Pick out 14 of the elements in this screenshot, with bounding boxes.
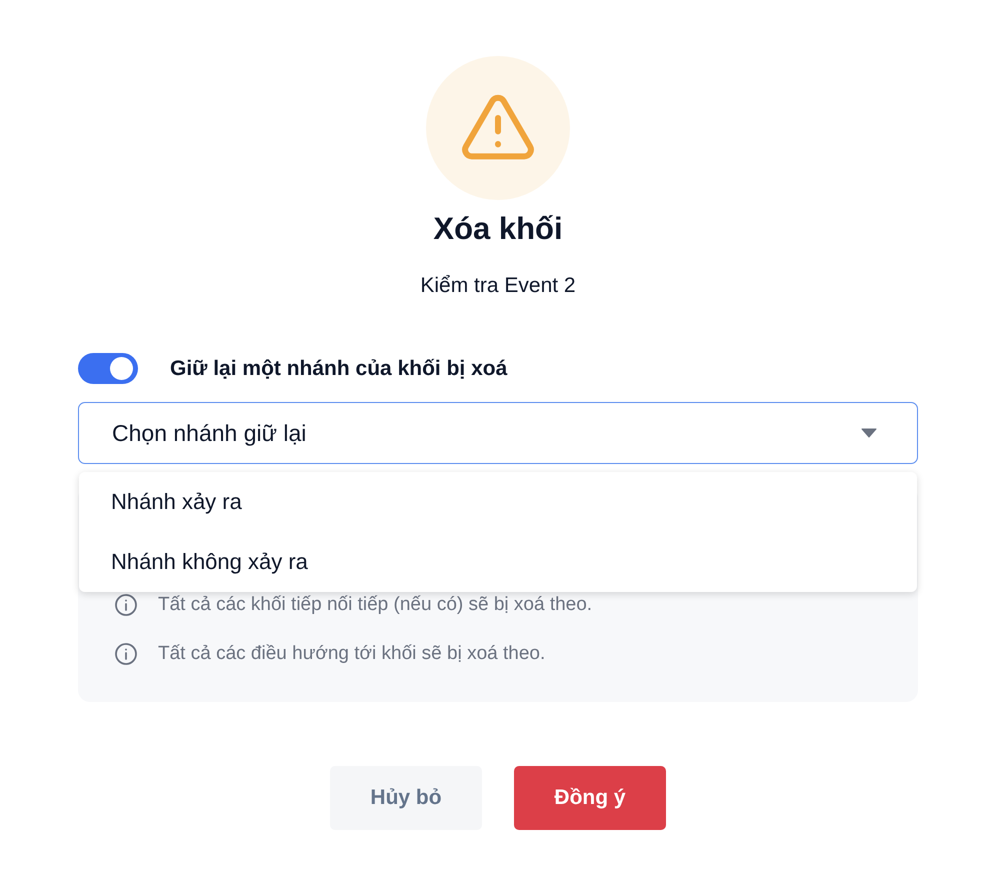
dropdown-option[interactable]: Nhánh xảy ra — [79, 472, 917, 532]
info-icon — [114, 592, 138, 616]
dropdown-option[interactable]: Nhánh không xảy ra — [79, 532, 917, 592]
note-text: Tất cả các khối tiếp nối tiếp (nếu có) sẽ bị xoá theo. — [158, 594, 592, 616]
dialog-subtitle: Kiểm tra Event 2 — [420, 273, 576, 299]
branch-select[interactable]: Chọn nhánh giữ lại — [78, 402, 918, 464]
info-icon — [114, 642, 138, 666]
toggle-label: Giữ lại một nhánh của khối bị xoá — [170, 356, 508, 380]
dialog-button[interactable]: Hủy bỏ — [330, 766, 482, 830]
toggle-switch[interactable] — [78, 353, 138, 384]
caret-icon — [861, 428, 877, 438]
dialog-button[interactable]: Đồng ý — [514, 766, 666, 830]
note-text: Tất cả các điều hướng tới khối sẽ bị xoá theo. — [158, 642, 546, 664]
dialog-title: Xóa khối — [433, 211, 563, 247]
